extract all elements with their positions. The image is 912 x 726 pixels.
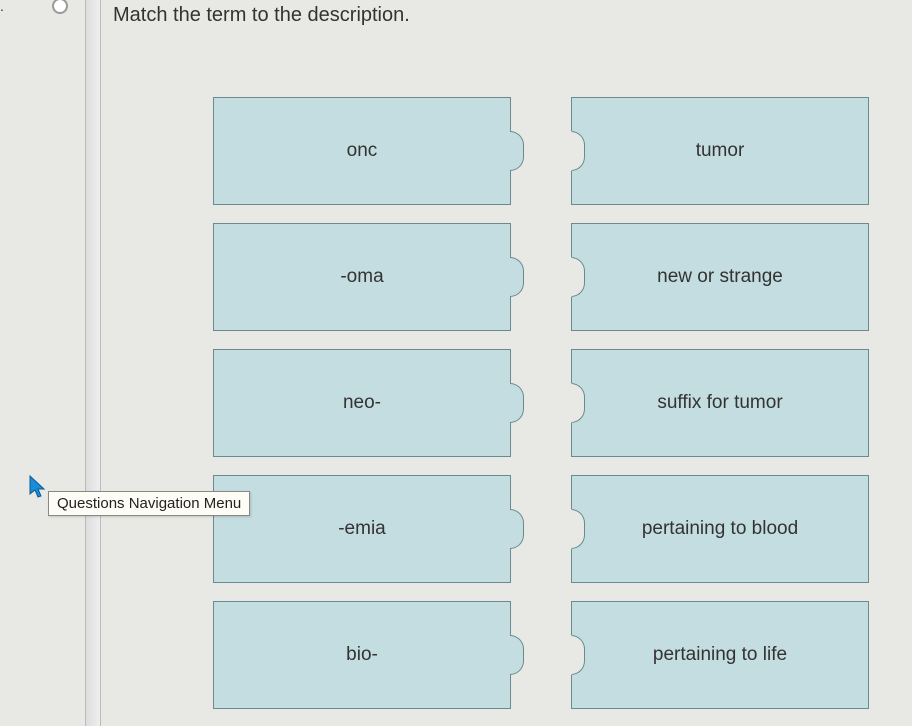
puzzle-tab-icon: [510, 257, 524, 297]
descriptions-column: tumor new or strange suffix for tumor pe…: [571, 97, 869, 709]
term-item[interactable]: onc: [213, 97, 511, 205]
puzzle-notch-icon: [571, 257, 585, 297]
content-wrap: Match the term to the description. onc -…: [85, 0, 912, 726]
term-item[interactable]: bio-: [213, 601, 511, 709]
puzzle-tab-icon: [510, 383, 524, 423]
term-label: neo-: [343, 392, 381, 414]
term-label: onc: [347, 140, 378, 162]
question-number-dot: .: [0, 0, 4, 14]
description-label: pertaining to blood: [642, 518, 798, 540]
puzzle-notch-icon: [571, 635, 585, 675]
puzzle-notch-icon: [571, 131, 585, 171]
puzzle-tab-icon: [510, 131, 524, 171]
description-item[interactable]: pertaining to life: [571, 601, 869, 709]
term-item[interactable]: neo-: [213, 349, 511, 457]
question-content: Match the term to the description. onc -…: [113, 0, 903, 709]
term-item[interactable]: -oma: [213, 223, 511, 331]
puzzle-tab-icon: [510, 635, 524, 675]
question-prompt: Match the term to the description.: [113, 0, 903, 47]
question-number-area: .: [0, 0, 85, 18]
description-item[interactable]: suffix for tumor: [571, 349, 869, 457]
vertical-divider: [85, 0, 101, 726]
cursor-arrow-icon: [28, 474, 48, 505]
term-label: -emia: [338, 518, 386, 540]
description-item[interactable]: tumor: [571, 97, 869, 205]
puzzle-tab-icon: [510, 509, 524, 549]
term-item[interactable]: -emia: [213, 475, 511, 583]
tooltip-label: Questions Navigation Menu: [57, 495, 241, 512]
description-item[interactable]: new or strange: [571, 223, 869, 331]
navigation-menu-tooltip: Questions Navigation Menu: [48, 491, 250, 516]
term-label: -oma: [340, 266, 383, 288]
puzzle-notch-icon: [571, 383, 585, 423]
description-item[interactable]: pertaining to blood: [571, 475, 869, 583]
description-label: pertaining to life: [653, 644, 787, 666]
description-label: new or strange: [657, 266, 783, 288]
puzzle-notch-icon: [571, 509, 585, 549]
term-label: bio-: [346, 644, 378, 666]
match-grid: onc -oma neo- -emia bio-: [113, 47, 903, 709]
description-label: suffix for tumor: [657, 392, 782, 414]
question-status-indicator: [52, 0, 68, 14]
description-label: tumor: [696, 140, 745, 162]
terms-column: onc -oma neo- -emia bio-: [213, 97, 511, 709]
